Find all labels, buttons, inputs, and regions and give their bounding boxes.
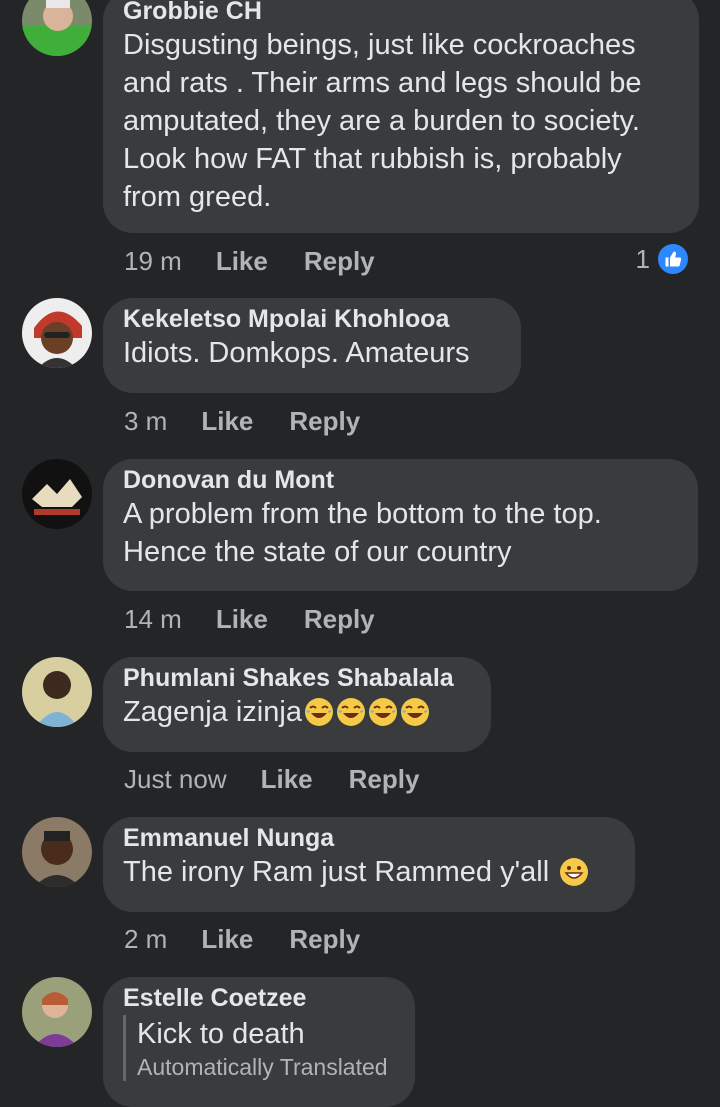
comment-actions: 2 m Like Reply <box>124 924 396 954</box>
text-line: Disgusting beings, just like cockroaches <box>123 29 636 61</box>
comment-time[interactable]: 3 m <box>124 406 167 436</box>
auto-translated-label[interactable]: Automatically Translated <box>137 1053 395 1081</box>
comment-text: Idiots. Domkops. Amateurs <box>123 337 470 369</box>
text-line: from greed. <box>123 181 272 213</box>
reply-button[interactable]: Reply <box>289 406 360 436</box>
like-button[interactable]: Like <box>201 924 253 954</box>
text-line: and rats . Their arms and legs should be <box>123 67 642 99</box>
comment-time[interactable]: 2 m <box>124 924 167 954</box>
text-line: The irony Ram just Rammed y'all <box>123 856 550 888</box>
comment-actions: 14 m Like Reply <box>124 604 411 634</box>
avatar[interactable] <box>22 298 92 368</box>
translated-block: Kick to death Automatically Translated <box>123 1015 395 1081</box>
like-button[interactable]: Like <box>216 246 268 276</box>
comment-bubble: Emmanuel Nunga The irony Ram just Rammed… <box>103 817 635 912</box>
reply-button[interactable]: Reply <box>349 764 420 794</box>
avatar[interactable] <box>22 657 92 727</box>
comment-author[interactable]: Kekeletso Mpolai Khohlooa <box>123 304 501 334</box>
like-button[interactable]: Like <box>216 604 268 634</box>
comment-text: Zagenja izinja <box>123 693 471 731</box>
comment-time[interactable]: 19 m <box>124 246 182 276</box>
reply-button[interactable]: Reply <box>304 604 375 634</box>
avatar[interactable] <box>22 817 92 887</box>
comment-text: Disgusting beings, just like cockroaches… <box>123 26 679 216</box>
comment-actions: Just now Like Reply <box>124 764 455 794</box>
reaction-count: 1 <box>635 243 650 274</box>
text-line: A problem from the bottom to the top. <box>123 498 602 530</box>
reply-button[interactable]: Reply <box>289 924 360 954</box>
comment-bubble: Grobbie CH Disgusting beings, just like … <box>103 0 699 233</box>
comment-author[interactable]: Estelle Coetzee <box>123 983 395 1013</box>
comment-bubble: Kekeletso Mpolai Khohlooa Idiots. Domkop… <box>103 298 521 393</box>
comment-bubble: Estelle Coetzee Kick to death Automatica… <box>103 977 415 1107</box>
comment-actions: 19 m Like Reply <box>124 246 411 276</box>
avatar[interactable] <box>22 977 92 1047</box>
comment-author[interactable]: Phumlani Shakes Shabalala <box>123 663 471 693</box>
like-reaction-icon <box>656 242 690 276</box>
comment-text: Kick to death <box>137 1018 305 1050</box>
like-button[interactable]: Like <box>261 764 313 794</box>
like-button[interactable]: Like <box>201 406 253 436</box>
comment-time[interactable]: Just now <box>124 764 227 794</box>
comment-author[interactable]: Emmanuel Nunga <box>123 823 615 853</box>
text-line: Zagenja izinja <box>123 696 302 728</box>
comment-text: The irony Ram just Rammed y'all <box>123 853 615 891</box>
avatar[interactable] <box>22 0 92 56</box>
comment-time[interactable]: 14 m <box>124 604 182 634</box>
comment-author[interactable]: Donovan du Mont <box>123 465 678 495</box>
comment-bubble: Phumlani Shakes Shabalala Zagenja izinja <box>103 657 491 752</box>
comment-text: A problem from the bottom to the top. He… <box>123 495 678 571</box>
reply-button[interactable]: Reply <box>304 246 375 276</box>
grinning-face-emoji-icon <box>557 856 589 888</box>
comment-actions: 3 m Like Reply <box>124 406 396 436</box>
reaction-summary[interactable]: 1 <box>636 242 690 276</box>
text-line: amputated, they are a burden to society. <box>123 105 640 137</box>
tears-of-joy-emoji-icon <box>302 696 430 728</box>
comment-bubble: Donovan du Mont A problem from the botto… <box>103 459 698 591</box>
text-line: Hence the state of our country <box>123 536 512 568</box>
avatar[interactable] <box>22 459 92 529</box>
text-line: Look how FAT that rubbish is, probably <box>123 143 622 175</box>
comment-author[interactable]: Grobbie CH <box>123 0 679 26</box>
